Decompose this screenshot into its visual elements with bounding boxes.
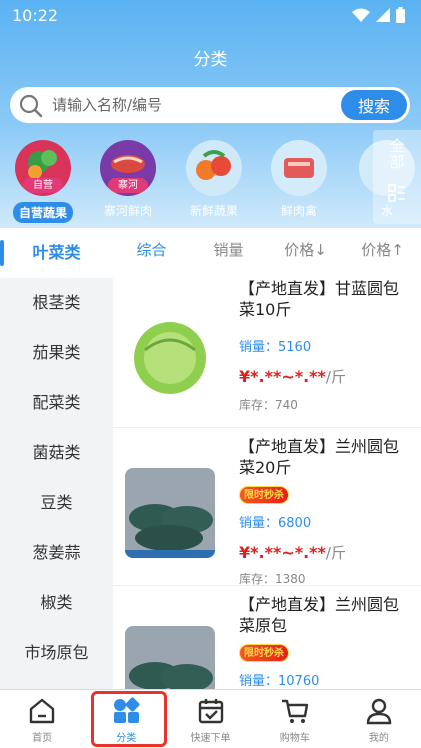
category-item-self-operated[interactable]: 自营 自营蔬果	[1, 136, 85, 223]
product-sales: 销量：5160	[239, 340, 312, 355]
search-bar: 搜索	[10, 87, 410, 123]
all-categories-button[interactable]: 全 部	[373, 130, 421, 224]
sort-comprehensive[interactable]: 综合	[113, 239, 190, 260]
product-stock: 库存：740	[239, 398, 298, 412]
product-card[interactable]: 【产地直发】兰州圆包菜原包 限时秒杀 销量：10760	[113, 586, 421, 689]
grid-icon	[388, 184, 405, 202]
cabbage-sacks-image	[125, 626, 215, 689]
sidebar-item-leafy[interactable]: 叶菜类	[0, 228, 113, 278]
battery-icon	[396, 7, 405, 23]
product-stock: 库存：1380	[239, 572, 306, 586]
category-strip: 自营 自营蔬果 寨河 寨河鲜肉 新鲜蔬果 鲜肉禽 水	[0, 136, 421, 223]
sidebar-item-side-veg[interactable]: 配菜类	[0, 378, 113, 428]
tab-quick-order[interactable]: 快速下单	[168, 690, 252, 748]
cabbage-image	[125, 310, 215, 400]
product-card[interactable]: 【产地直发】甘蓝圆包菜10斤 销量：5160 ¥*.**~*.**/斤 库存：7…	[113, 270, 421, 428]
category-label: 寨河鲜肉	[103, 204, 152, 218]
sort-bar: 综合 销量 价格↓ 价格↑	[113, 228, 421, 270]
sidebar-item-market-pack[interactable]: 市场原包	[0, 628, 113, 678]
calendar-check-icon	[198, 699, 223, 724]
all-label-line1: 全	[389, 137, 405, 155]
product-name: 【产地直发】兰州圆包菜20斤	[239, 437, 400, 477]
search-icon	[19, 94, 43, 118]
tab-highlight-outline	[91, 691, 167, 747]
category-item-meat-poultry[interactable]: 鲜肉禽	[257, 136, 341, 220]
sidebar-item-bean[interactable]: 豆类	[0, 478, 113, 528]
meat-image: 寨河	[100, 140, 156, 196]
flash-sale-badge: 限时秒杀	[239, 486, 289, 504]
price-value: ¥*.**~*.**	[239, 367, 326, 386]
vegetable-basket-image: 自营	[15, 140, 71, 196]
page-title: 分类	[193, 50, 228, 70]
category-label: 自营蔬果	[12, 202, 73, 223]
search-input[interactable]	[52, 93, 342, 117]
produce-image	[186, 140, 242, 196]
product-list: 【产地直发】甘蓝圆包菜10斤 销量：5160 ¥*.**~*.**/斤 库存：7…	[113, 270, 421, 689]
cabbage-sacks-image	[125, 468, 215, 558]
user-icon	[366, 698, 392, 725]
category-label: 新鲜蔬果	[189, 204, 238, 218]
price-unit: /斤	[325, 368, 346, 386]
status-time: 10:22	[12, 6, 59, 25]
tab-mine[interactable]: 我的	[337, 690, 421, 748]
category-badge: 寨河	[108, 178, 148, 193]
category-label: 鲜肉禽	[280, 204, 317, 218]
category-item-fresh-produce[interactable]: 新鲜蔬果	[172, 136, 256, 220]
price-unit: /斤	[325, 544, 346, 562]
tab-label: 我的	[368, 733, 389, 744]
status-bar: 10:22	[0, 0, 421, 32]
product-sales: 销量：10760	[239, 674, 320, 689]
flash-sale-badge: 限时秒杀	[239, 644, 289, 662]
search-button[interactable]: 搜索	[341, 90, 407, 120]
cellular-icon	[376, 8, 390, 22]
tab-home[interactable]: 首页	[0, 690, 84, 748]
product-name: 【产地直发】甘蓝圆包菜10斤	[239, 279, 400, 319]
sidebar-item-onion-ginger-garlic[interactable]: 葱姜蒜	[0, 528, 113, 578]
product-price: ¥*.**~*.**/斤	[239, 542, 346, 563]
cart-icon	[281, 699, 308, 723]
sidebar-item-pepper[interactable]: 椒类	[0, 578, 113, 628]
status-icons	[352, 7, 405, 23]
sort-sales[interactable]: 销量	[190, 239, 267, 260]
tab-label: 首页	[32, 733, 53, 744]
sidebar-item-nightshade[interactable]: 茄果类	[0, 328, 113, 378]
product-price: ¥*.**~*.**/斤	[239, 366, 346, 387]
tab-label: 快速下单	[190, 733, 231, 744]
sidebar-item-root[interactable]: 根茎类	[0, 278, 113, 328]
product-name: 【产地直发】兰州圆包菜原包	[239, 595, 400, 635]
home-icon	[29, 698, 55, 724]
sort-price-down[interactable]: 价格↓	[267, 239, 344, 260]
category-sidebar: 叶菜类 根茎类 茄果类 配菜类 菌菇类 豆类 葱姜蒜 椒类 市场原包	[0, 228, 113, 689]
tab-label: 购物车	[279, 733, 310, 744]
wifi-icon	[352, 8, 370, 22]
product-sales: 销量：6800	[239, 516, 312, 531]
price-value: ¥*.**~*.**	[239, 543, 326, 562]
bottom-tab-bar: 首页 分类 快速下单 购物车 我的	[0, 689, 421, 748]
category-item-fresh-meat[interactable]: 寨河 寨河鲜肉	[86, 136, 170, 220]
tab-cart[interactable]: 购物车	[253, 690, 337, 748]
category-badge: 自营	[23, 178, 63, 193]
sort-price-up[interactable]: 价格↑	[344, 239, 421, 260]
product-card[interactable]: 【产地直发】兰州圆包菜20斤 限时秒杀 销量：6800 ¥*.**~*.**/斤…	[113, 428, 421, 586]
all-label-line2: 部	[389, 153, 405, 171]
sidebar-item-mushroom[interactable]: 菌菇类	[0, 428, 113, 478]
meat-poultry-image	[271, 140, 327, 196]
